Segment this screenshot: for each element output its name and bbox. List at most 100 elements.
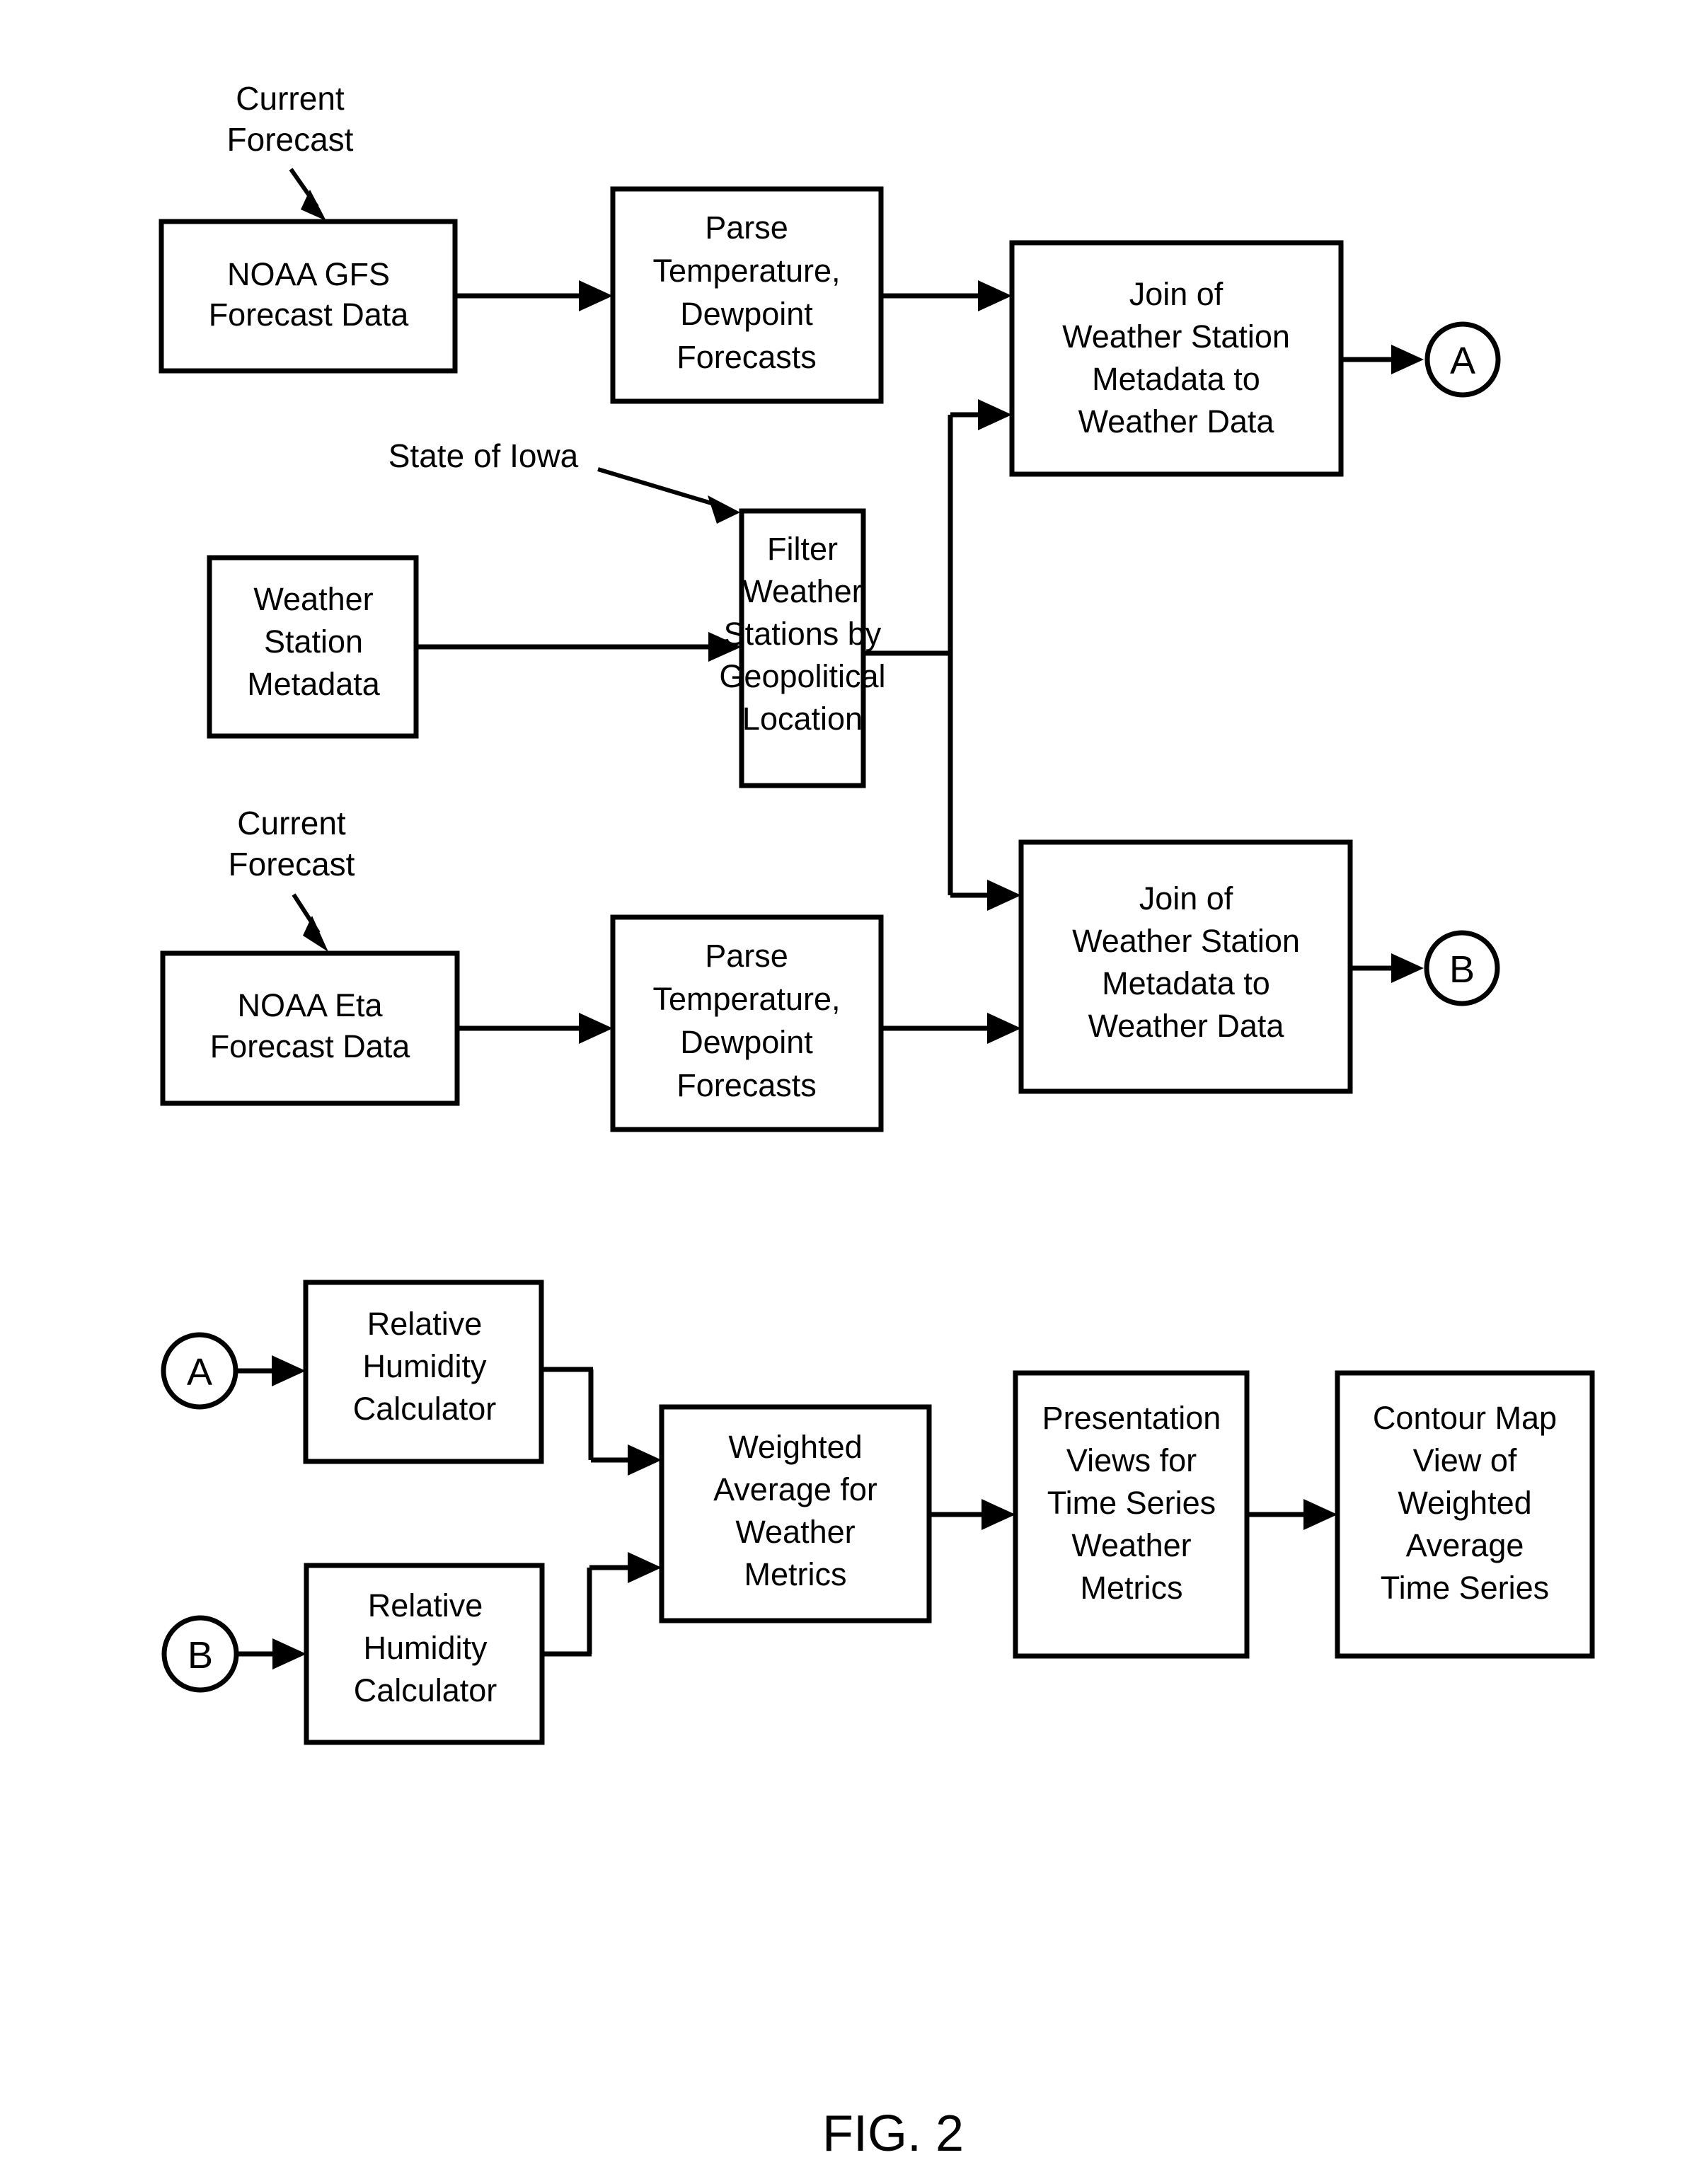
node-parse-temperature-dewpoint-gfs-line1: Parse: [705, 209, 788, 246]
node-weighted-average-line1: Weighted: [728, 1429, 862, 1465]
node-relative-humidity-calculator-b-line1: Relative: [368, 1587, 483, 1623]
node-parse-temperature-dewpoint-eta[interactable]: Parse Temperature, Dewpoint Forecasts: [610, 914, 884, 1132]
annotation-current-forecast-gfs-line1: Current: [236, 80, 345, 117]
node-parse-temperature-dewpoint-gfs[interactable]: Parse Temperature, Dewpoint Forecasts: [610, 186, 884, 404]
node-presentation-views-line4: Weather: [1071, 1527, 1191, 1563]
node-contour-map-view[interactable]: Contour Map View of Weighted Average Tim…: [1335, 1370, 1595, 1659]
node-contour-map-view-line1: Contour Map: [1373, 1400, 1557, 1436]
node-presentation-views-line3: Time Series: [1047, 1485, 1216, 1521]
edge-join-a-to-connector-a-arrowhead: [1391, 345, 1424, 374]
node-weather-station-metadata[interactable]: Weather Station Metadata: [207, 555, 419, 739]
node-relative-humidity-calculator-a-line3: Calculator: [353, 1391, 497, 1427]
connector-in-a[interactable]: A: [161, 1332, 238, 1410]
node-presentation-views-line2: Views for: [1066, 1442, 1197, 1478]
node-parse-temperature-dewpoint-gfs-line3: Dewpoint: [680, 296, 813, 332]
node-weather-station-metadata-line1: Weather: [253, 581, 373, 617]
edge-rh-calc-a-to-weighted-average: [541, 1367, 662, 1476]
node-join-weather-station-metadata-a[interactable]: Join of Weather Station Metadata to Weat…: [1009, 240, 1344, 477]
node-relative-humidity-calculator-a-line1: Relative: [367, 1306, 483, 1342]
edge-filter-to-join-a-arrowhead: [978, 399, 1012, 430]
annotation-state-of-iowa: State of Iowa: [388, 437, 740, 524]
node-noaa-gfs-forecast-data-line1: NOAA GFS: [227, 256, 390, 292]
edge-rh-calc-b-arrowhead: [628, 1552, 662, 1583]
connector-in-b[interactable]: B: [161, 1615, 239, 1693]
edge-connector-b-to-rh-calc-b: [236, 1638, 306, 1669]
annotation-current-forecast-eta-arrowhead: [303, 916, 328, 952]
edge-parse-gfs-to-join-a: [881, 280, 1012, 311]
edge-connector-b-to-rh-calc-b-arrowhead: [272, 1638, 306, 1669]
node-noaa-eta-forecast-data-line1: NOAA Eta: [237, 987, 383, 1023]
node-join-weather-station-metadata-b-line4: Weather Data: [1088, 1008, 1285, 1044]
edge-rh-calc-b-to-weighted-average: [542, 1552, 662, 1657]
edge-presentation-views-to-contour-map-arrowhead: [1303, 1499, 1337, 1530]
node-join-weather-station-metadata-a-line4: Weather Data: [1078, 403, 1275, 439]
connector-out-a[interactable]: A: [1424, 321, 1501, 398]
node-filter-weather-stations-line1: Filter: [767, 531, 838, 567]
node-relative-humidity-calculator-a[interactable]: Relative Humidity Calculator: [303, 1280, 544, 1464]
node-contour-map-view-line5: Time Series: [1381, 1570, 1549, 1606]
node-noaa-gfs-forecast-data-line2: Forecast Data: [209, 297, 410, 333]
flowchart-canvas: Current Forecast NOAA GFS Forecast Data …: [159, 80, 1595, 2162]
annotation-current-forecast-eta-line1: Current: [237, 805, 346, 841]
connector-in-b-label: B: [188, 1634, 213, 1677]
node-weather-station-metadata-line3: Metadata: [247, 666, 381, 702]
edge-metadata-to-filter: [416, 632, 742, 662]
node-noaa-eta-forecast-data[interactable]: NOAA Eta Forecast Data: [160, 950, 460, 1106]
node-contour-map-view-line4: Average: [1406, 1527, 1524, 1563]
edge-parse-eta-to-join-b: [881, 1013, 1021, 1044]
annotation-state-of-iowa-leader: [597, 467, 724, 509]
node-relative-humidity-calculator-b-line2: Humidity: [363, 1630, 488, 1666]
edge-rh-calc-a-arrowhead: [628, 1444, 662, 1476]
annotation-state-of-iowa-arrowhead: [708, 495, 740, 524]
annotation-current-forecast-gfs-arrowhead: [301, 190, 326, 221]
node-weighted-average-line4: Metrics: [744, 1556, 847, 1592]
edge-noaa-eta-to-parse-eta: [457, 1013, 613, 1044]
edge-parse-eta-to-join-b-arrowhead: [987, 1013, 1021, 1044]
node-join-weather-station-metadata-b[interactable]: Join of Weather Station Metadata to Weat…: [1018, 839, 1353, 1094]
node-weather-station-metadata-line2: Station: [264, 623, 363, 660]
edge-parse-gfs-to-join-a-arrowhead: [978, 280, 1012, 311]
node-filter-weather-stations-line3: Stations by: [724, 616, 882, 652]
node-presentation-views-line1: Presentation: [1042, 1400, 1221, 1436]
connector-out-b[interactable]: B: [1424, 930, 1500, 1006]
node-filter-weather-stations[interactable]: Filter Weather Stations by Geopolitical …: [719, 508, 886, 788]
annotation-current-forecast-eta-line2: Forecast: [229, 846, 355, 883]
edge-connector-a-to-rh-calc-a: [236, 1355, 306, 1386]
edge-filter-to-join-b-arrowhead: [987, 880, 1021, 911]
node-weighted-average-line2: Average for: [713, 1471, 877, 1507]
node-relative-humidity-calculator-b[interactable]: Relative Humidity Calculator: [304, 1563, 545, 1745]
node-join-weather-station-metadata-b-line1: Join of: [1139, 880, 1233, 916]
edge-filter-to-joins-trunk: [863, 399, 1021, 911]
node-contour-map-view-line3: Weighted: [1398, 1485, 1531, 1521]
connector-in-a-label: A: [187, 1351, 212, 1393]
node-relative-humidity-calculator-b-line3: Calculator: [354, 1672, 497, 1708]
node-parse-temperature-dewpoint-gfs-line4: Forecasts: [677, 339, 817, 375]
edge-weighted-average-to-presentation-views-arrowhead: [981, 1499, 1015, 1530]
edge-noaa-eta-to-parse-eta-arrowhead: [579, 1013, 613, 1044]
edge-noaa-gfs-to-parse-gfs-arrowhead: [579, 280, 613, 311]
node-presentation-views-line5: Metrics: [1081, 1570, 1183, 1606]
node-contour-map-view-line2: View of: [1413, 1442, 1517, 1478]
edge-connector-a-to-rh-calc-a-arrowhead: [272, 1355, 306, 1386]
node-parse-temperature-dewpoint-eta-line3: Dewpoint: [680, 1024, 813, 1060]
node-weighted-average-line3: Weather: [735, 1514, 855, 1550]
node-presentation-views[interactable]: Presentation Views for Time Series Weath…: [1013, 1370, 1250, 1659]
edge-presentation-views-to-contour-map: [1247, 1499, 1337, 1530]
node-filter-weather-stations-line5: Location: [742, 701, 863, 737]
node-noaa-eta-forecast-data-line2: Forecast Data: [210, 1028, 411, 1064]
node-join-weather-station-metadata-b-line3: Metadata to: [1102, 965, 1270, 1001]
figure-root: Current Forecast NOAA GFS Forecast Data …: [0, 0, 1704, 2184]
annotation-current-forecast-eta: Current Forecast: [229, 805, 355, 952]
annotation-current-forecast-gfs: Current Forecast: [227, 80, 354, 221]
node-parse-temperature-dewpoint-eta-line1: Parse: [705, 938, 788, 974]
node-weighted-average-weather-metrics[interactable]: Weighted Average for Weather Metrics: [659, 1404, 932, 1623]
node-parse-temperature-dewpoint-gfs-line2: Temperature,: [652, 253, 840, 289]
edge-join-b-to-connector-b-arrowhead: [1391, 953, 1424, 983]
node-join-weather-station-metadata-a-line3: Metadata to: [1092, 361, 1260, 397]
connector-out-b-label: B: [1449, 948, 1475, 991]
node-parse-temperature-dewpoint-eta-line4: Forecasts: [677, 1067, 817, 1103]
node-noaa-gfs-forecast-data[interactable]: NOAA GFS Forecast Data: [159, 219, 458, 374]
edge-weighted-average-to-presentation-views: [929, 1499, 1015, 1530]
edge-join-b-to-connector-b: [1350, 953, 1424, 983]
node-filter-weather-stations-line4: Geopolitical: [719, 658, 885, 694]
